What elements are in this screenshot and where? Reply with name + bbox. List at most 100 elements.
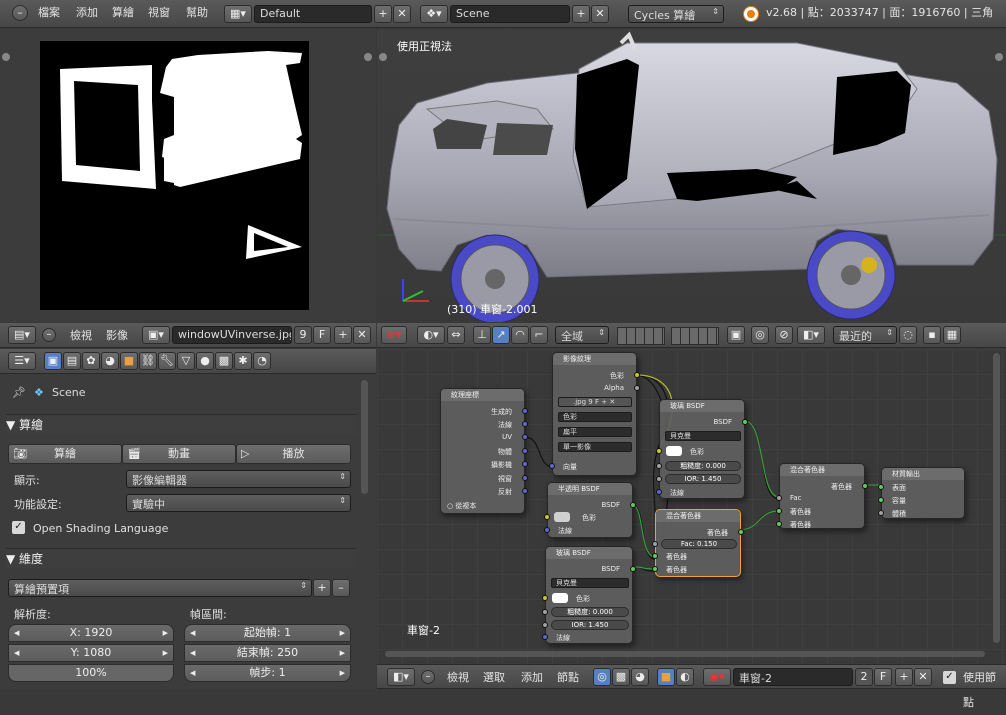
data-tab-icon[interactable]: ▽ [177, 352, 195, 370]
texture-nodes-icon[interactable]: ▩ [612, 668, 630, 686]
fac-field[interactable]: Fac: 0.150 [661, 539, 737, 549]
socket-icon[interactable] [542, 622, 548, 628]
socket-icon[interactable] [656, 448, 662, 454]
editor-type-icon[interactable]: ◧▾ [387, 668, 415, 686]
roughness-field[interactable]: 粗糙度: 0.000 [665, 461, 741, 471]
socket-icon[interactable] [878, 510, 884, 516]
new-image-button[interactable]: + [334, 326, 352, 344]
add-preset-button[interactable]: + [313, 579, 331, 597]
projection-select[interactable]: 扁平 [558, 427, 632, 437]
editor-type-icon[interactable]: ▤▾ [8, 326, 36, 344]
render-engine-select[interactable]: Cycles 算繪 ⇕ [628, 5, 724, 23]
constraints-tab-icon[interactable]: ⛓ [139, 352, 157, 370]
manipulator-toggle-icon[interactable]: ⊥ [473, 326, 491, 344]
resolution-percent-field[interactable]: 100% [8, 664, 174, 682]
color-space-select[interactable]: 色彩 [558, 412, 632, 422]
pin-icon[interactable]: 📌︎ [12, 386, 26, 399]
feature-set-select[interactable]: 實驗中 ⇕ [126, 494, 351, 512]
socket-icon[interactable] [634, 372, 640, 378]
socket-icon[interactable] [742, 419, 748, 425]
node-mix-shader-2[interactable]: 混合著色器 著色器 Fac 著色器 著色器 [776, 463, 868, 529]
compositing-nodes-icon[interactable]: ◕ [631, 668, 649, 686]
node-glass-bsdf-2[interactable]: 玻璃 BSDF BSDF 貝克曼 色彩 粗糙度: 0.000 IOR: 1.45… [542, 546, 636, 644]
area-split-corner-icon[interactable] [2, 53, 10, 61]
image-browse-icon[interactable]: ▣▾ [142, 326, 170, 344]
socket-icon[interactable] [544, 514, 550, 520]
menu-window[interactable]: 視窗 [148, 0, 170, 26]
node-material-output[interactable]: 材質輸出 表面 容量 體積 [878, 467, 965, 519]
animation-button[interactable]: 🎬︎ 動畫 [122, 444, 236, 464]
socket-icon[interactable] [630, 566, 636, 572]
socket-icon[interactable] [522, 434, 528, 440]
socket-icon[interactable] [522, 408, 528, 414]
area-split-corner-icon[interactable] [379, 53, 387, 61]
menu-view[interactable]: 檢視 [447, 665, 469, 690]
translate-icon[interactable]: ↗ [492, 326, 510, 344]
color-swatch[interactable] [666, 446, 682, 456]
osl-checkbox[interactable]: ✓ [12, 521, 25, 534]
scene-icon[interactable]: ❖▾ [420, 5, 448, 23]
uv-image-canvas[interactable] [40, 41, 309, 310]
render-layers-tab-icon[interactable]: ▤ [63, 352, 81, 370]
layer-buttons-2[interactable] [671, 327, 719, 345]
node-image-texture[interactable]: 影像紋理 色彩 Alpha .jpg 9 F + ✕ 色彩 扁平 單一影像 向量 [549, 352, 640, 476]
socket-icon[interactable] [878, 484, 884, 490]
scene-field[interactable]: Scene [450, 5, 570, 23]
remove-scene-button[interactable]: ✕ [591, 5, 609, 23]
socket-icon[interactable] [522, 461, 528, 467]
socket-icon[interactable] [630, 502, 636, 508]
world-tab-icon[interactable]: ◕ [101, 352, 119, 370]
menu-image[interactable]: 影像 [106, 323, 128, 348]
menu-add[interactable]: 添加 [76, 0, 98, 26]
socket-icon[interactable] [542, 634, 548, 640]
socket-icon[interactable] [544, 527, 550, 533]
socket-icon[interactable] [522, 475, 528, 481]
socket-icon[interactable] [776, 508, 782, 514]
material-browse-icon[interactable]: ◉▾ [703, 668, 731, 686]
add-screen-button[interactable]: + [374, 5, 392, 23]
node-translucent-bsdf[interactable]: 半透明 BSDF BSDF 色彩 法線 [544, 482, 636, 538]
properties-tabs[interactable]: ▣ ▤ ✿ ◕ ■ ⛓ 🔧︎ ▽ ● ▩ ✱ ◔ [44, 352, 286, 372]
socket-icon[interactable] [776, 495, 782, 501]
area-split-corner-icon[interactable] [995, 53, 1003, 61]
shading-mode-icon[interactable]: ◐▾ [417, 326, 445, 344]
unlink-image-button[interactable]: ✕ [353, 326, 371, 344]
texture-tab-icon[interactable]: ▩ [215, 352, 233, 370]
play-button[interactable]: ▷ 播放 [236, 444, 351, 464]
socket-icon[interactable] [656, 489, 662, 495]
display-select[interactable]: 影像編輯器 ⇕ [126, 470, 351, 488]
socket-icon[interactable] [549, 463, 555, 469]
editor-type-icon[interactable]: ⊗▾ [381, 326, 407, 344]
collapse-menu-icon[interactable]: – [42, 328, 56, 342]
end-frame-field[interactable]: ◀ 結束幀: 250 ▶ [184, 644, 351, 662]
editor-type-icon[interactable]: ☰▾ [8, 352, 36, 370]
node-editor-hscrollbar[interactable] [385, 651, 985, 657]
socket-icon[interactable] [522, 488, 528, 494]
material-name-field[interactable]: 車窗-2 [733, 668, 853, 686]
socket-icon[interactable] [656, 463, 662, 469]
node-glass-bsdf-1[interactable]: 玻璃 BSDF BSDF 貝克曼 色彩 粗糙度: 0.000 IOR: 1.45… [656, 399, 748, 499]
ior-field[interactable]: IOR: 1.450 [551, 620, 629, 630]
collapse-menu-icon[interactable]: – [12, 5, 28, 21]
start-frame-field[interactable]: ◀ 起始幀: 1 ▶ [184, 624, 351, 642]
snap-element-icon[interactable]: ◧▾ [797, 326, 825, 344]
material-tab-icon[interactable]: ● [196, 352, 214, 370]
snap-icon[interactable]: ⊘ [775, 326, 793, 344]
socket-icon[interactable] [738, 529, 744, 535]
modifiers-tab-icon[interactable]: 🔧︎ [158, 352, 176, 370]
distribution-select[interactable]: 貝克曼 [665, 431, 741, 441]
node-mix-shader-1[interactable]: 混合著色器 著色器 Fac: 0.150 著色器 著色器 [652, 509, 744, 577]
pivot-icon[interactable]: ⇔ [447, 326, 465, 344]
frame-step-field[interactable]: ◀ 幀步: 1 ▶ [184, 664, 351, 682]
use-nodes-checkbox[interactable]: ✓ [943, 671, 956, 684]
unlink-material-button[interactable]: ✕ [914, 668, 932, 686]
rotate-icon[interactable]: ◠ [511, 326, 529, 344]
resolution-y-field[interactable]: ◀ Y: 1080 ▶ [8, 644, 174, 662]
socket-icon[interactable] [634, 385, 640, 391]
from-dupli-checkbox[interactable]: ○ 從複本 [447, 501, 476, 511]
new-material-button[interactable]: + [895, 668, 913, 686]
socket-icon[interactable] [862, 483, 868, 489]
menu-file[interactable]: 檔案 [38, 0, 60, 26]
socket-icon[interactable] [542, 595, 548, 601]
shader-nodes-icon[interactable]: ◎ [593, 668, 611, 686]
